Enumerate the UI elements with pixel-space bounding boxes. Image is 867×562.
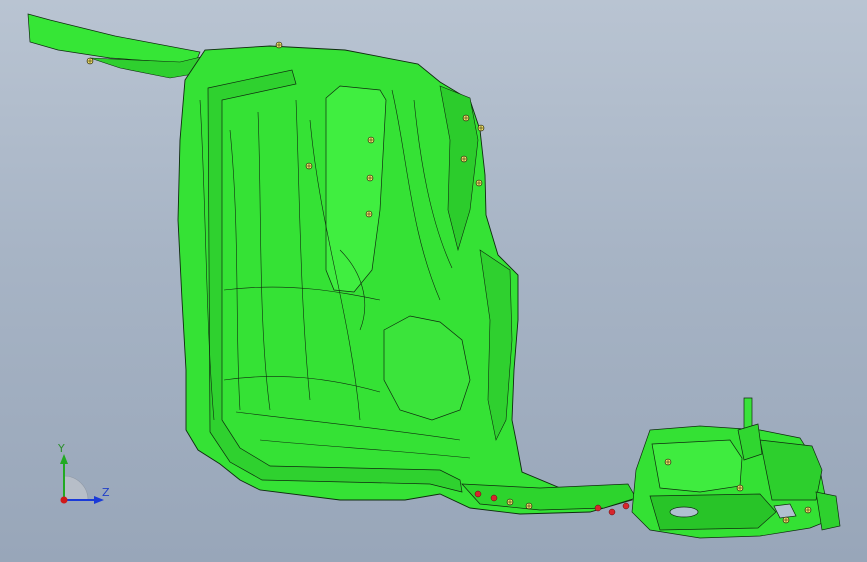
hole-marker-icon	[305, 162, 313, 170]
weld-point-icon	[608, 508, 616, 516]
weld-point-icon	[474, 490, 482, 498]
hole-marker-icon	[804, 506, 812, 514]
hole-marker-icon	[275, 41, 283, 49]
hole-marker-icon	[506, 498, 514, 506]
top-left-flange	[27, 13, 201, 65]
hole-marker-icon	[782, 516, 790, 524]
hole-marker-icon	[664, 458, 672, 466]
triad-y-label: Y	[58, 442, 65, 455]
hole-marker-icon	[460, 155, 468, 163]
sheet-metal-part-model[interactable]	[0, 0, 867, 562]
hole-marker-icon	[477, 124, 485, 132]
hole-marker-icon	[365, 210, 373, 218]
main-panel	[177, 45, 633, 515]
hole-marker-icon	[367, 136, 375, 144]
triad-z-label: Z	[102, 486, 110, 499]
triad-plane-indicator	[63, 475, 89, 501]
coordinate-triad: Y Z	[44, 440, 124, 520]
x-axis-origin-dot	[60, 496, 68, 504]
bracket-assembly	[631, 397, 841, 539]
y-axis-arrow-head	[60, 454, 68, 464]
hole-marker-icon	[475, 179, 483, 187]
weld-point-icon	[490, 494, 498, 502]
weld-point-icon	[622, 502, 630, 510]
hole-marker-icon	[86, 57, 94, 65]
hole-marker-icon	[736, 484, 744, 492]
cad-viewport[interactable]: Y Z	[0, 0, 867, 562]
hole-marker-icon	[366, 174, 374, 182]
hole-marker-icon	[462, 114, 470, 122]
weld-point-icon	[594, 504, 602, 512]
hole-marker-icon	[525, 502, 533, 510]
